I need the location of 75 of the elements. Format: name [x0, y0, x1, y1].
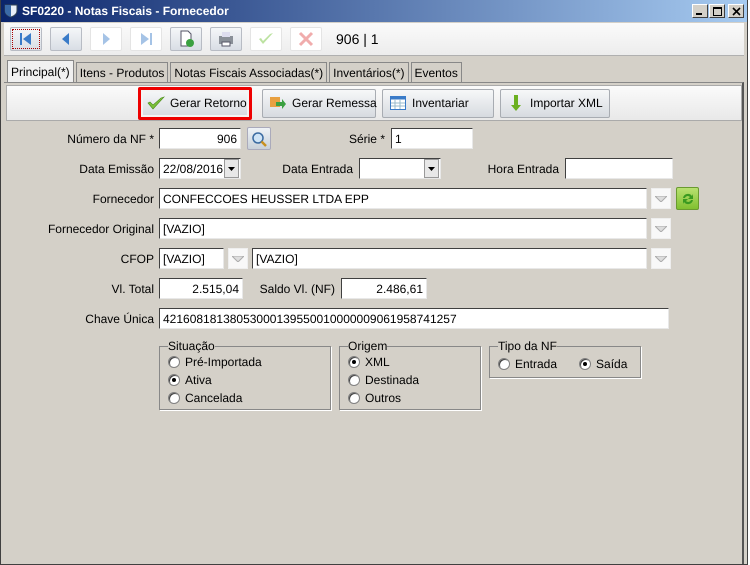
input-field[interactable]: 2.486,61 — [341, 278, 427, 299]
record-indicator: 906 | 1 — [336, 31, 379, 47]
field-label: Vl. Total — [110, 282, 155, 296]
radio-button[interactable] — [498, 358, 510, 370]
radio-option[interactable]: Entrada — [498, 357, 558, 371]
field-label: Número da NF * — [66, 132, 155, 146]
date-field[interactable]: 22/08/2016 — [159, 158, 241, 179]
radio-button[interactable] — [348, 356, 360, 368]
close-icon — [297, 30, 315, 48]
shield-icon — [4, 4, 18, 18]
tab[interactable]: Notas Fiscais Associadas(*) — [170, 62, 328, 82]
caret-icon — [655, 256, 667, 262]
field-label: Hora Entrada — [486, 162, 560, 176]
field-label: CFOP — [120, 252, 155, 266]
radio-button[interactable] — [168, 356, 180, 368]
field-label: Fornecedor — [92, 192, 155, 206]
radio-button[interactable] — [579, 358, 592, 370]
action-button[interactable]: Gerar Retorno — [138, 86, 252, 120]
minimize-button[interactable] — [692, 4, 708, 18]
field-label: Data Entrada — [281, 162, 354, 176]
radio-button[interactable] — [168, 392, 180, 404]
input-field[interactable]: 1 — [391, 128, 473, 149]
checkmark-icon — [147, 94, 165, 112]
maximize-button[interactable] — [709, 4, 725, 18]
tab[interactable]: Itens - Produtos — [76, 62, 168, 82]
first-record-button[interactable] — [10, 27, 42, 51]
tab[interactable]: Eventos — [410, 62, 462, 82]
refresh-icon — [680, 192, 694, 206]
radio-option[interactable]: Destinada — [348, 373, 472, 387]
field-label: Série * — [348, 132, 386, 146]
group-title: Situação — [168, 339, 215, 353]
input-field[interactable]: [VAZIO] — [252, 248, 647, 269]
action-button[interactable]: Importar XML — [500, 88, 610, 118]
caret-icon — [232, 256, 244, 262]
radio-button[interactable] — [168, 374, 180, 386]
close-icon — [732, 6, 740, 16]
search-icon — [251, 130, 267, 146]
tab[interactable]: Principal(*) — [7, 60, 74, 82]
previous-button[interactable] — [50, 27, 82, 51]
input-field[interactable]: 2.515,04 — [159, 278, 243, 299]
field-label: Saldo Vl. (NF) — [258, 282, 336, 296]
field-label: Data Emissão — [78, 162, 155, 176]
input-field[interactable]: 42160818138053000139550010000009061958741257 — [159, 308, 669, 329]
input-field[interactable] — [565, 158, 673, 179]
radio-option[interactable]: Cancelada — [168, 391, 322, 405]
close-button[interactable] — [728, 4, 744, 18]
maximize-icon — [712, 6, 722, 16]
search-button[interactable] — [247, 127, 271, 150]
input-field[interactable]: CONFECCOES HEUSSER LTDA EPP — [159, 188, 647, 209]
caret-icon — [655, 196, 667, 202]
group-title: Tipo da NF — [498, 339, 557, 353]
input-field[interactable]: 906 — [159, 128, 241, 149]
tab[interactable]: Inventários(*) — [329, 62, 408, 82]
group-title: Origem — [348, 339, 388, 353]
radio-option[interactable]: Saída — [579, 357, 628, 371]
radio-option[interactable]: Pré-Importada — [168, 355, 322, 369]
new-button[interactable] — [170, 27, 202, 51]
input-field[interactable]: [VAZIO] — [159, 218, 647, 239]
radio-option[interactable]: Ativa — [168, 373, 322, 387]
radio-option[interactable]: Outros — [348, 391, 472, 405]
radio-button[interactable] — [348, 392, 360, 404]
date-field[interactable] — [359, 158, 441, 179]
print-button[interactable] — [210, 27, 242, 51]
minimize-icon — [696, 13, 702, 15]
radio-option[interactable]: XML — [348, 355, 472, 369]
table-icon — [389, 94, 407, 112]
action-button[interactable]: Inventariar — [382, 88, 494, 118]
input-field[interactable]: [VAZIO] — [159, 248, 224, 269]
window-title: SF0220 - Notas Fiscais - Fornecedor — [22, 4, 230, 18]
radio-button[interactable] — [348, 374, 360, 386]
field-label: Chave Única — [84, 312, 155, 326]
caret-icon — [655, 226, 667, 232]
field-label: Fornecedor Original — [46, 222, 155, 236]
printer-icon — [217, 30, 235, 48]
action-button[interactable]: Gerar Remessa — [262, 88, 376, 118]
